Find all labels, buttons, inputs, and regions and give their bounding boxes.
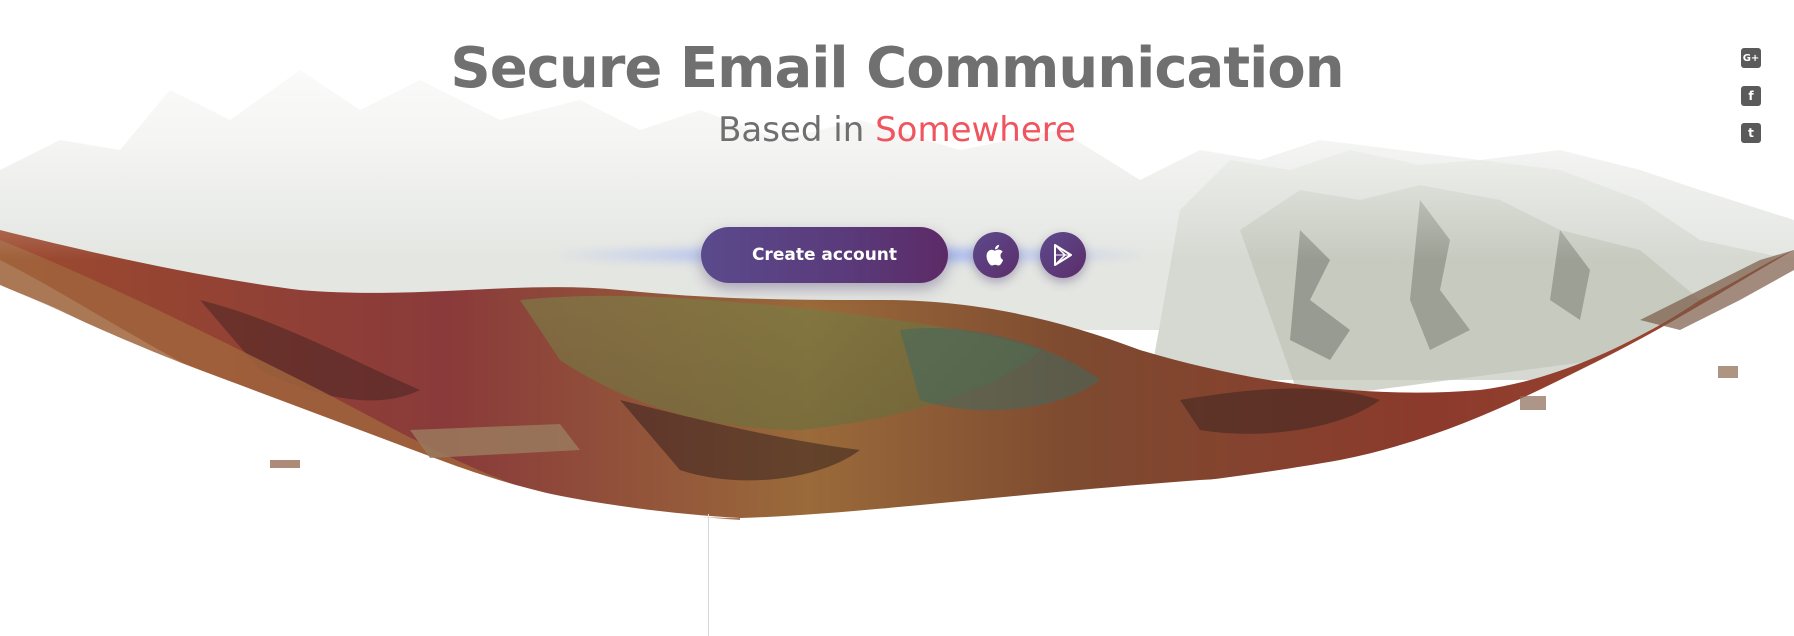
app-store-button[interactable] [973,232,1019,278]
landing-page: Secure Email Communication Based in Some… [0,0,1794,636]
page-subtitle: Based in Somewhere [0,110,1794,150]
google-play-icon [1054,244,1072,266]
google-play-button[interactable] [1040,232,1086,278]
subtitle-location: Somewhere [875,110,1076,150]
vertical-divider [708,514,709,636]
facebook-link[interactable]: f [1741,86,1761,106]
subtitle-prefix: Based in [718,110,865,150]
twitter-icon: t [1748,126,1754,140]
page-title: Secure Email Communication [450,36,1344,101]
create-account-button[interactable]: Create account [701,227,948,283]
google-plus-icon: G+ [1742,52,1760,64]
twitter-link[interactable]: t [1741,123,1761,143]
facebook-icon: f [1748,89,1754,103]
google-plus-link[interactable]: G+ [1741,48,1761,68]
apple-icon [986,244,1004,266]
